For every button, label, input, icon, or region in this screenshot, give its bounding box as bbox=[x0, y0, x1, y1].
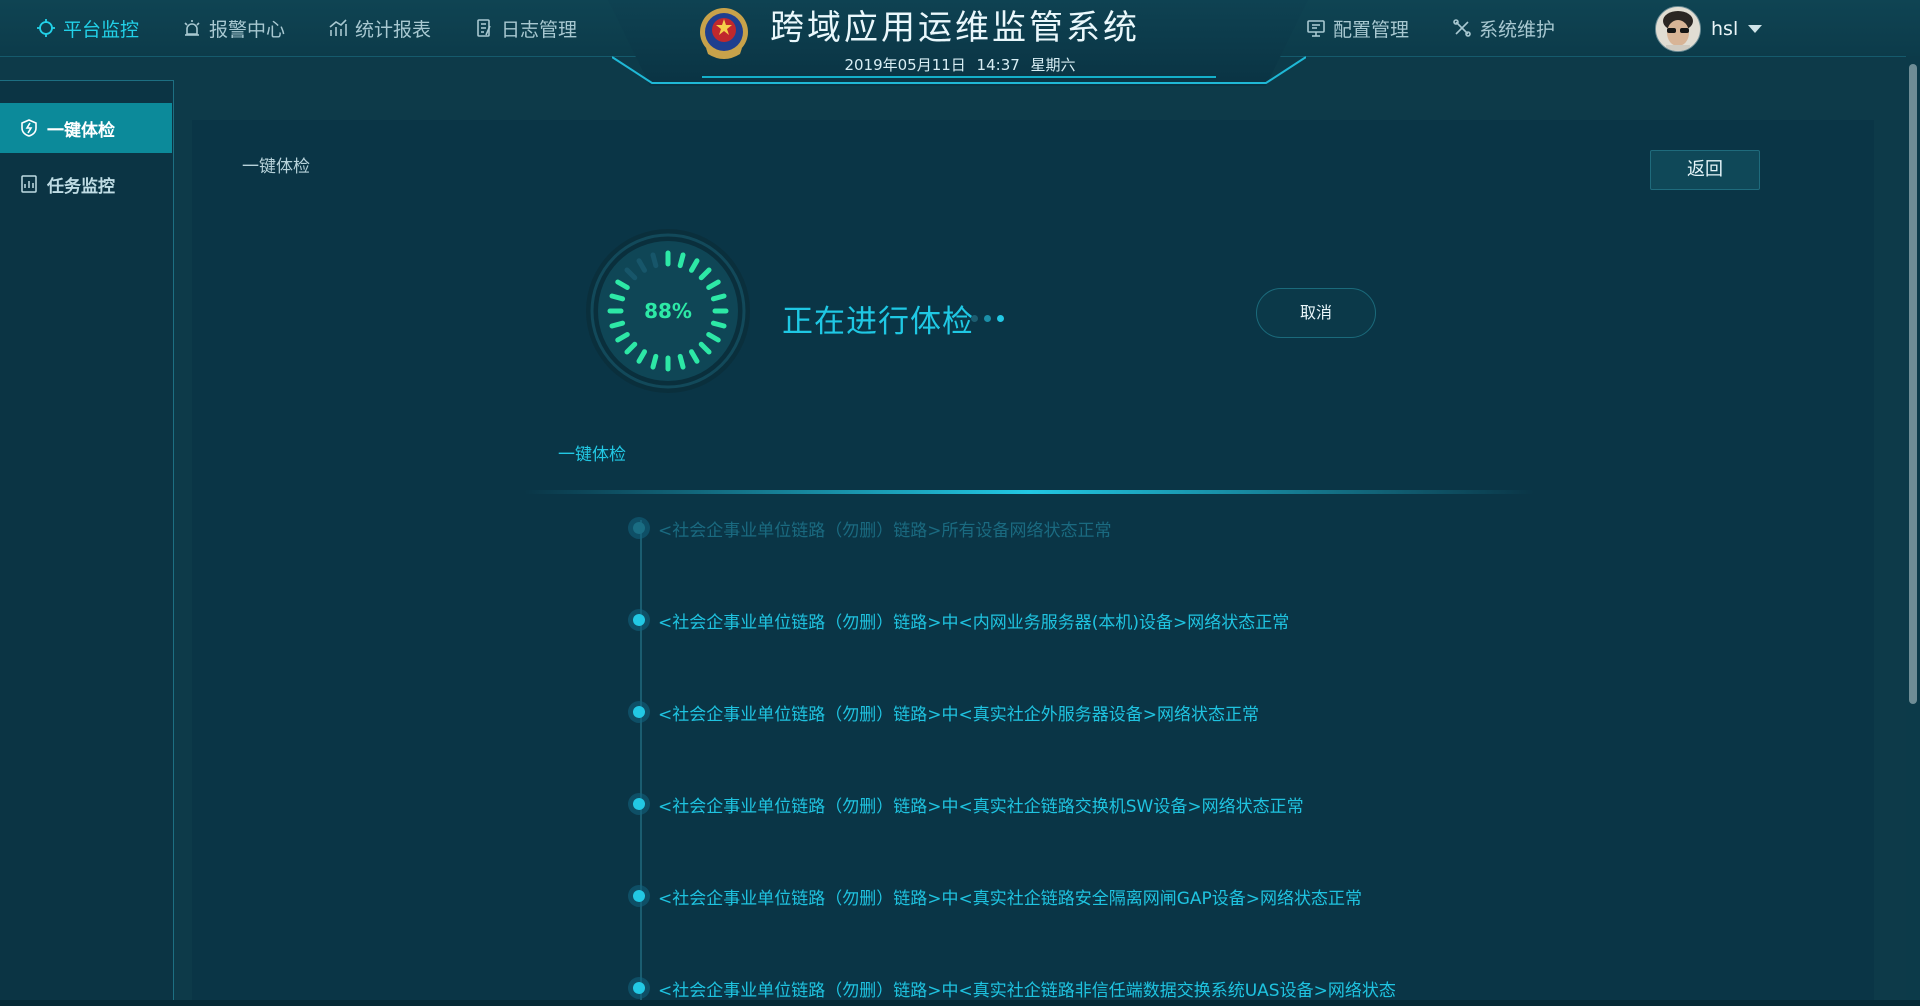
nav-label: 平台监控 bbox=[63, 18, 140, 41]
nav-alarm-center[interactable]: 报警中心 bbox=[182, 15, 285, 42]
section-title: 一键体检 bbox=[558, 445, 626, 465]
nav-label: 报警中心 bbox=[209, 18, 286, 41]
sidebar-item-health-check[interactable]: 一键体检 bbox=[0, 103, 172, 153]
panel-title: 一键体检 bbox=[242, 157, 310, 177]
timeline-item: <社会企事业单位链路（勿删）链路>中<真实社企链路安全隔离网闸GAP设备>网络状… bbox=[628, 884, 1363, 909]
alarm-light-icon bbox=[184, 20, 200, 36]
log-icon bbox=[477, 19, 491, 37]
timeline-dot-icon bbox=[628, 977, 650, 999]
timeline-dot-icon bbox=[628, 701, 650, 723]
scrollbar-thumb[interactable] bbox=[1909, 64, 1917, 704]
nav-label: 统计报表 bbox=[355, 18, 432, 41]
loading-dots bbox=[971, 315, 1010, 322]
sidebar: 一键体检 任务监控 bbox=[0, 80, 174, 1002]
timeline-text: <社会企事业单位链路（勿删）链路>中<真实社企链路安全隔离网闸GAP设备>网络状… bbox=[658, 888, 1363, 909]
status-text: 正在进行体检 bbox=[782, 304, 974, 340]
timeline-text: <社会企事业单位链路（勿删）链路>所有设备网络状态正常 bbox=[658, 520, 1112, 541]
tools-icon bbox=[1453, 19, 1471, 37]
timeline-text: <社会企事业单位链路（勿删）链路>中<内网业务服务器(本机)设备>网络状态正常 bbox=[658, 612, 1290, 633]
user-menu[interactable]: hsl bbox=[1655, 6, 1763, 52]
timeline-item: <社会企事业单位链路（勿删）链路>中<真实社企链路非信任端数据交换系统UAS设备… bbox=[628, 976, 1396, 1001]
section-divider bbox=[524, 490, 1534, 494]
chart-icon bbox=[329, 19, 347, 36]
timeline-text: <社会企事业单位链路（勿删）链路>中<真实社企链路交换机SW设备>网络状态正常 bbox=[658, 796, 1304, 817]
nav-statistics-report[interactable]: 统计报表 bbox=[328, 15, 431, 42]
avatar bbox=[1655, 6, 1701, 52]
cancel-button[interactable]: 取消 bbox=[1256, 288, 1376, 338]
health-check-panel: 一键体检 返回 88% 正在进行体检 取消 一键体检 <社会企事业单位链路（勿删… bbox=[192, 120, 1874, 1001]
timeline-dot-icon bbox=[628, 793, 650, 815]
timeline-item: <社会企事业单位链路（勿删）链路>中<真实社企链路交换机SW设备>网络状态正常 bbox=[628, 792, 1304, 817]
username: hsl bbox=[1711, 18, 1739, 40]
datetime-display: 2019年05月11日 14:37 星期六 bbox=[844, 56, 1076, 74]
back-button[interactable]: 返回 bbox=[1650, 150, 1760, 190]
bottom-strip bbox=[0, 1000, 1920, 1006]
main-nav: 平台监控 报警中心 统计报表 日志管理 bbox=[36, 0, 620, 56]
timeline-text: <社会企事业单位链路（勿删）链路>中<真实社企链路非信任端数据交换系统UAS设备… bbox=[658, 980, 1396, 1001]
timeline-item: <社会企事业单位链路（勿删）链路>中<真实社企外服务器设备>网络状态正常 bbox=[628, 700, 1259, 725]
sidebar-item-label: 任务监控 bbox=[47, 176, 115, 197]
timeline-dot-icon bbox=[628, 609, 650, 631]
sidebar-item-label: 一键体检 bbox=[47, 120, 115, 141]
app-title: 跨域应用运维监管系统 bbox=[770, 8, 1140, 48]
nav-label: 日志管理 bbox=[501, 18, 578, 41]
timeline-line bbox=[640, 520, 642, 1000]
nav-log-management[interactable]: 日志管理 bbox=[474, 15, 577, 42]
crosshair-icon bbox=[37, 19, 55, 37]
monitor-icon bbox=[1307, 20, 1325, 37]
sidebar-item-task-monitor[interactable]: 任务监控 bbox=[0, 159, 172, 209]
timeline-text: <社会企事业单位链路（勿删）链路>中<真实社企外服务器设备>网络状态正常 bbox=[658, 704, 1259, 725]
timeline-dot-icon bbox=[628, 517, 650, 539]
progress-percent: 88% bbox=[644, 299, 692, 323]
chevron-down-icon bbox=[1748, 25, 1763, 33]
nav-config-management[interactable]: 配置管理 bbox=[1306, 15, 1409, 42]
nav-label: 配置管理 bbox=[1333, 18, 1410, 41]
shield-bolt-icon bbox=[21, 119, 37, 137]
secondary-nav: 配置管理 系统维护 bbox=[1306, 0, 1598, 56]
timeline-item: <社会企事业单位链路（勿删）链路>中<内网业务服务器(本机)设备>网络状态正常 bbox=[628, 608, 1290, 633]
timeline-dot-icon bbox=[628, 885, 650, 907]
timeline-item: <社会企事业单位链路（勿删）链路>所有设备网络状态正常 bbox=[628, 516, 1112, 541]
nav-system-maintenance[interactable]: 系统维护 bbox=[1452, 15, 1555, 42]
report-icon bbox=[21, 175, 37, 193]
nav-platform-monitor[interactable]: 平台监控 bbox=[36, 15, 139, 42]
nav-label: 系统维护 bbox=[1479, 18, 1556, 41]
